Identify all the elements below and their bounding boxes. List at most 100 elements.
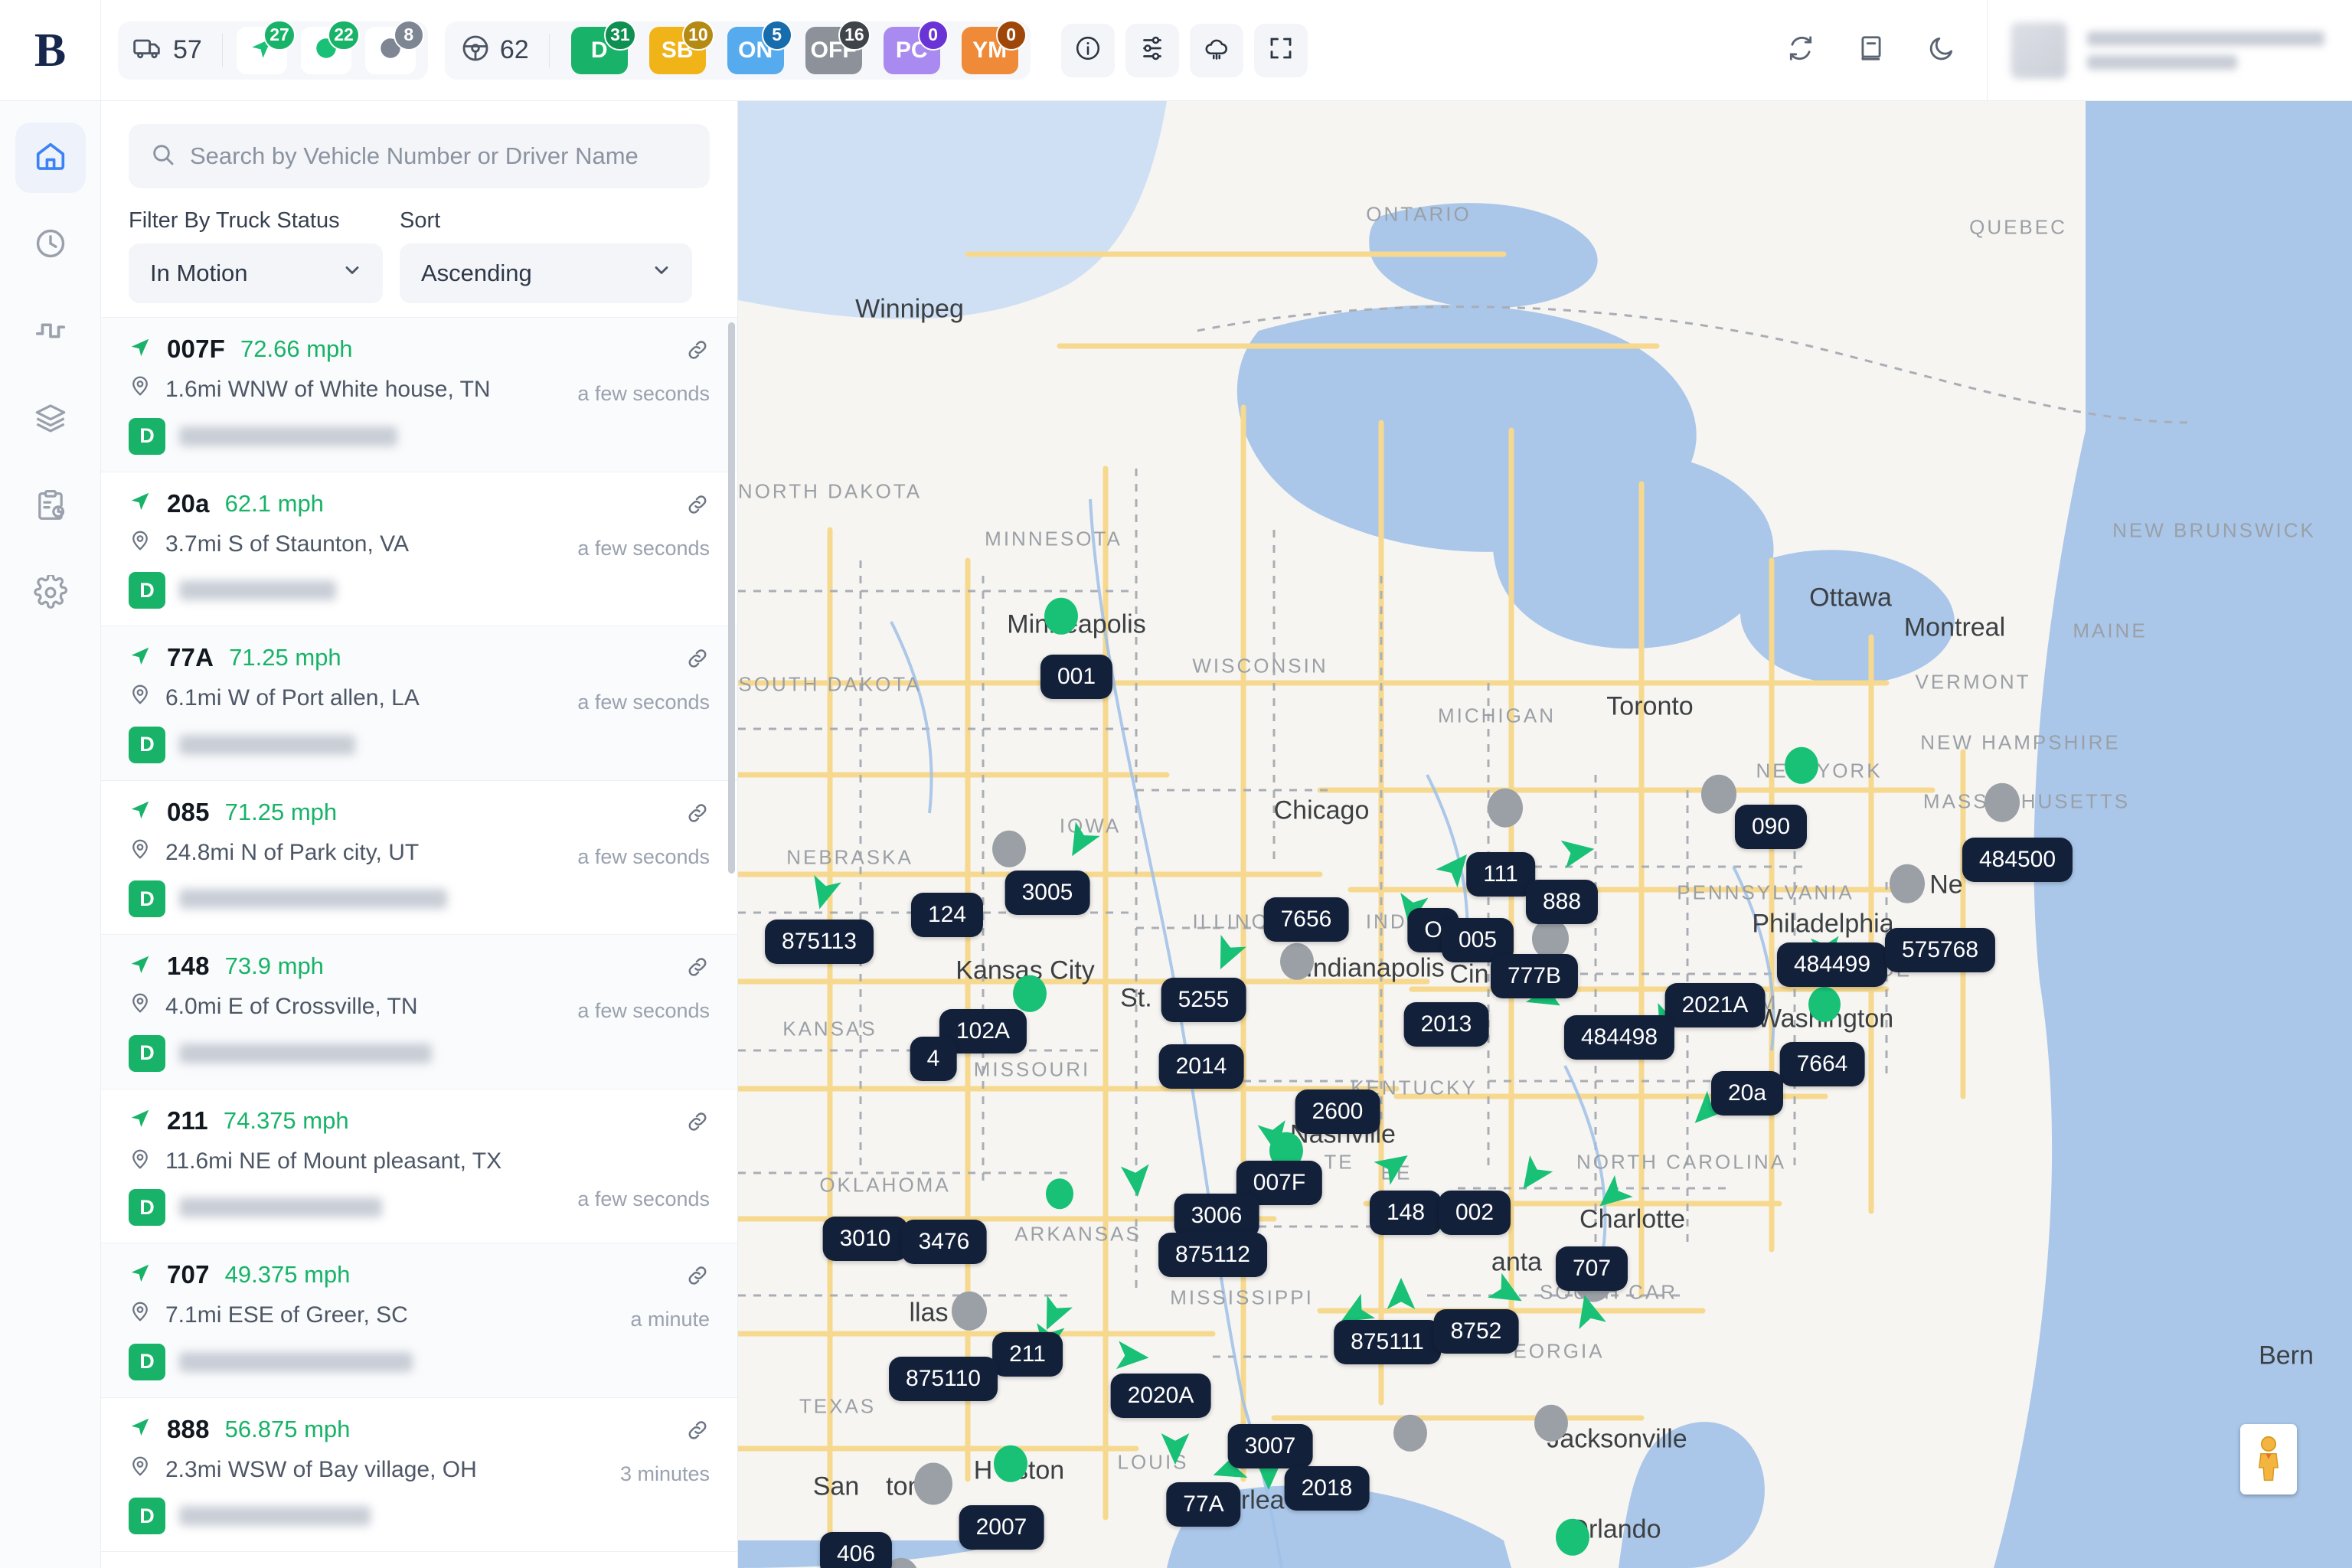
vehicles-in-motion-chip[interactable]: 27 [236,19,296,74]
vehicle-list-item[interactable]: 085 71.25 mph 24.8mi N of Park city, UT a f… [101,781,737,935]
vehicle-list[interactable]: 007F 72.66 mph 1.6mi WNW of White house, T… [101,317,737,1568]
hos-chip-pc[interactable]: PC 0 [883,19,949,74]
share-link-icon[interactable] [685,338,710,366]
filter-status-select[interactable]: In Motion [129,243,383,303]
share-link-icon[interactable] [685,646,710,675]
vehicles-idle-chip[interactable]: 22 [300,19,360,74]
map-marker-label[interactable]: 3006 [1174,1194,1259,1238]
vehicle-list-item[interactable]: 211 74.375 mph 11.6mi NE of Mount pleasant… [101,1089,737,1243]
map-marker-label[interactable]: 5255 [1161,978,1246,1022]
map-marker-label[interactable]: 8752 [1433,1309,1519,1354]
driver-total[interactable]: 62 [457,33,541,67]
hos-chip-d[interactable]: D 31 [570,19,636,74]
map-marker-label[interactable]: 875113 [765,920,874,964]
map-marker-moving-arrow[interactable] [1207,935,1247,978]
map-marker-idle-dot[interactable] [1044,597,1078,635]
app-logo[interactable]: B [0,0,101,100]
search-input[interactable] [190,142,688,170]
map-marker-label[interactable]: 148 [1369,1191,1442,1235]
hos-chip-sb[interactable]: SB 10 [648,19,714,74]
vehicle-list-item[interactable]: 77A 71.25 mph 6.1mi W of Port allen, LA a f… [101,626,737,781]
share-link-icon[interactable] [685,801,710,829]
map-marker-offline-dot[interactable] [1890,864,1925,903]
map-marker-label[interactable]: 484500 [1962,838,2073,882]
map-marker-moving-arrow[interactable] [1381,1275,1421,1318]
weather-button[interactable] [1189,23,1243,77]
map-marker-label[interactable]: 3005 [1004,871,1090,915]
map-view[interactable]: ONTARIO QUEBEC MINNESOTA WISCONSIN MICHIGAN N… [738,101,2352,1568]
info-button[interactable] [1060,23,1115,77]
user-profile[interactable] [1987,0,2352,100]
map-marker-label[interactable]: 2021A [1664,983,1766,1027]
map-marker-label[interactable]: 211 [992,1332,1063,1377]
map-marker-offline-dot[interactable] [1534,1404,1568,1442]
map-marker-label[interactable]: 484499 [1776,942,1888,987]
map-marker-offline-dot[interactable] [1488,788,1523,828]
vehicle-list-item[interactable]: 007F 72.66 mph 1.6mi WNW of White house, T… [101,318,737,472]
map-marker-label[interactable]: 4 [910,1037,957,1081]
map-marker-offline-dot[interactable] [1393,1414,1427,1452]
map-marker-label[interactable]: 575768 [1884,928,1996,972]
map-marker-label[interactable]: 2018 [1284,1466,1370,1511]
sidebar-item-reports[interactable] [15,472,86,542]
map-marker-label[interactable]: 707 [1555,1246,1628,1291]
map-marker-idle-dot[interactable] [994,1445,1027,1483]
map-marker-label[interactable]: 77A [1166,1482,1241,1527]
hos-chip-ym[interactable]: YM 0 [961,19,1027,74]
hos-chip-on[interactable]: ON 5 [727,19,792,74]
map-marker-offline-dot[interactable] [1280,942,1314,981]
map-marker-idle-dot[interactable] [1556,1518,1589,1557]
map-marker-idle-dot[interactable] [1013,975,1047,1013]
map-marker-label[interactable]: 3010 [822,1217,908,1261]
sidebar-item-settings[interactable] [15,559,86,629]
vehicle-list-item[interactable]: 20a 62.1 mph 3.7mi S of Staunton, VA a few … [101,472,737,626]
map-marker-offline-dot[interactable] [952,1291,987,1331]
map-marker-idle-dot[interactable] [1785,746,1818,785]
search-box[interactable] [129,124,710,188]
fullscreen-button[interactable] [1253,23,1308,77]
map-marker-label[interactable]: 875112 [1158,1233,1267,1277]
map-marker-label[interactable]: 20a [1710,1070,1784,1116]
map-marker-offline-dot[interactable] [914,1462,952,1505]
map-settings-button[interactable] [1125,23,1179,77]
map-marker-moving-arrow[interactable] [1155,1429,1195,1472]
map-marker-label[interactable]: 484498 [1563,1015,1675,1060]
vehicle-total[interactable]: 57 [130,33,214,67]
map-marker-label[interactable]: 7664 [1779,1042,1865,1086]
sidebar-item-signals[interactable] [15,297,86,368]
map-marker-moving-arrow[interactable] [804,874,844,917]
map-marker-label[interactable]: 3007 [1227,1424,1313,1468]
map-marker-label[interactable]: 777B [1490,954,1579,998]
map-marker-label[interactable]: 2014 [1158,1044,1244,1089]
share-link-icon[interactable] [685,1263,710,1292]
vehicles-offline-chip[interactable]: 8 [364,19,424,74]
map-marker-idle-dot[interactable] [1046,1178,1073,1209]
map-marker-moving-arrow[interactable] [1569,1292,1609,1335]
map-marker-moving-arrow[interactable] [1060,822,1100,866]
share-link-icon[interactable] [685,955,710,983]
vehicle-list-item[interactable]: 148 73.9 mph 4.0mi E of Crossville, TN a fe… [101,935,737,1089]
refresh-button[interactable] [1775,25,1826,76]
map-marker-label[interactable]: 124 [910,893,984,937]
map-marker-label[interactable]: 7656 [1263,897,1349,942]
share-link-icon[interactable] [685,1109,710,1138]
map-marker-label[interactable]: 875111 [1334,1320,1441,1364]
map-marker-label[interactable]: 875110 [889,1357,998,1401]
hos-chip-off[interactable]: OFF 16 [805,19,871,74]
map-marker-moving-arrow[interactable] [1116,1161,1156,1204]
vehicle-list-item[interactable]: 707 49.375 mph 7.1mi ESE of Greer, SC a min… [101,1243,737,1398]
map-marker-moving-arrow[interactable] [1592,1174,1633,1220]
street-view-pegman[interactable] [2240,1424,2297,1494]
map-marker-label[interactable]: 3476 [901,1220,987,1264]
vehicle-list-item[interactable]: 888 56.875 mph 2.3mi WSW of Bay village, O… [101,1398,737,1552]
panel-scrollbar[interactable] [728,322,735,874]
notes-button[interactable] [1846,25,1896,76]
map-marker-offline-dot[interactable] [1701,774,1736,814]
map-marker-moving-arrow[interactable] [1513,1155,1553,1200]
sort-select[interactable]: Ascending [400,243,692,303]
map-marker-label[interactable]: 2600 [1295,1089,1380,1134]
map-marker-label[interactable]: 888 [1525,880,1599,924]
share-link-icon[interactable] [685,492,710,521]
map-marker-idle-dot[interactable] [1808,986,1841,1023]
map-marker-moving-arrow[interactable] [1254,1118,1294,1161]
